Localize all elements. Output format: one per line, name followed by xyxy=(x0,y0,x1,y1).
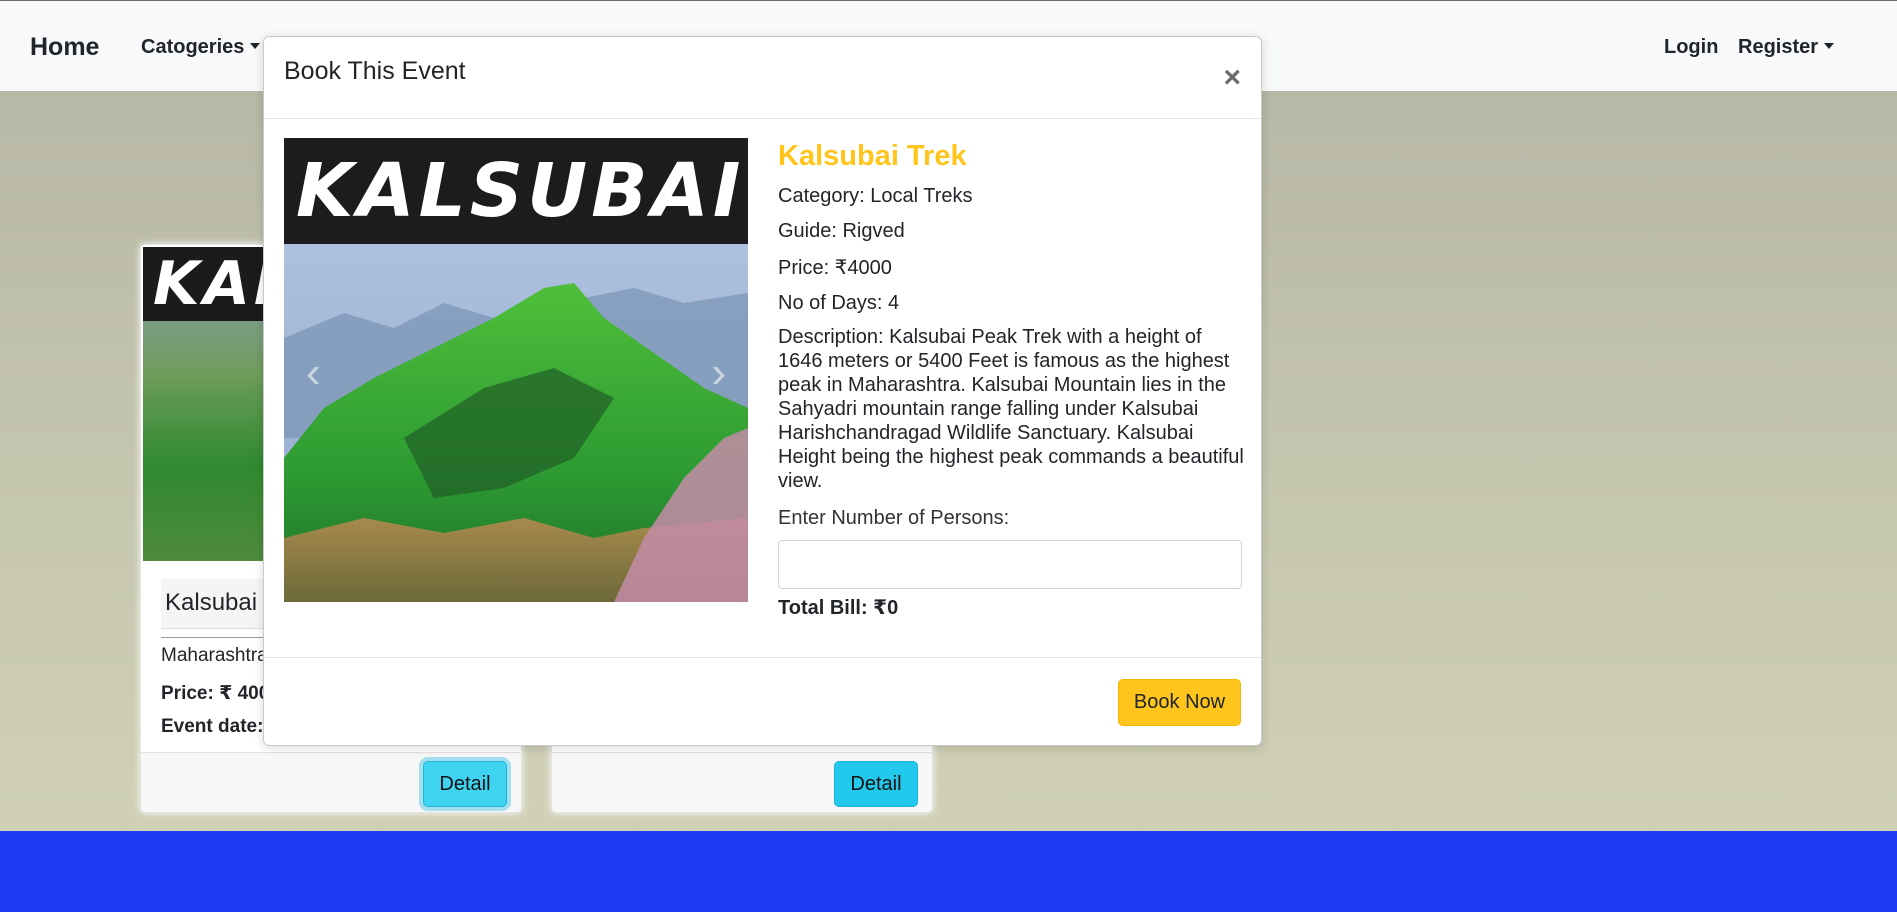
event-guide: Guide: Rigved xyxy=(778,220,905,242)
brand-home-link[interactable]: Home xyxy=(30,33,99,62)
close-icon[interactable]: × xyxy=(1223,63,1241,93)
event-card-price: Price: ₹ 400 xyxy=(161,683,270,704)
register-dropdown[interactable]: Register xyxy=(1738,36,1834,59)
modal-header: Book This Event × xyxy=(264,37,1261,119)
page-footer xyxy=(0,831,1897,912)
categories-dropdown[interactable]: Catogeries xyxy=(141,36,260,59)
event-card-date: Event date: xyxy=(161,716,264,737)
event-image-carousel: KALSUBAI ‹ › xyxy=(284,138,748,602)
persons-label: Enter Number of Persons: xyxy=(778,507,1010,529)
event-card-location: Maharashtra xyxy=(161,645,268,666)
modal-footer: Book Now xyxy=(264,657,1261,747)
event-days: No of Days: 4 xyxy=(778,292,900,314)
event-card-footer: Detail xyxy=(552,752,932,812)
detail-button[interactable]: Detail xyxy=(834,761,918,807)
detail-button[interactable]: Detail xyxy=(423,761,507,807)
total-bill: Total Bill: ₹0 xyxy=(778,597,899,619)
carousel-next-icon[interactable]: › xyxy=(711,348,726,398)
persons-input[interactable] xyxy=(778,540,1242,589)
event-category: Category: Local Treks xyxy=(778,185,973,207)
login-link[interactable]: Login xyxy=(1664,36,1718,59)
event-card-footer: Detail xyxy=(141,752,521,812)
event-price: Price: ₹4000 xyxy=(778,257,892,279)
image-banner-text: KALSUBAI xyxy=(284,138,748,244)
event-name: Kalsubai Trek xyxy=(778,140,967,172)
event-info: Kalsubai Trek Category: Local Treks Guid… xyxy=(778,138,1248,620)
carousel-prev-icon[interactable]: ‹ xyxy=(306,348,321,398)
book-now-button[interactable]: Book Now xyxy=(1118,679,1241,726)
event-description: Description: Kalsubai Peak Trek with a h… xyxy=(778,326,1244,492)
booking-modal: Book This Event × KALSUBAI ‹ › Kalsubai … xyxy=(263,36,1262,746)
modal-title: Book This Event xyxy=(284,57,466,85)
